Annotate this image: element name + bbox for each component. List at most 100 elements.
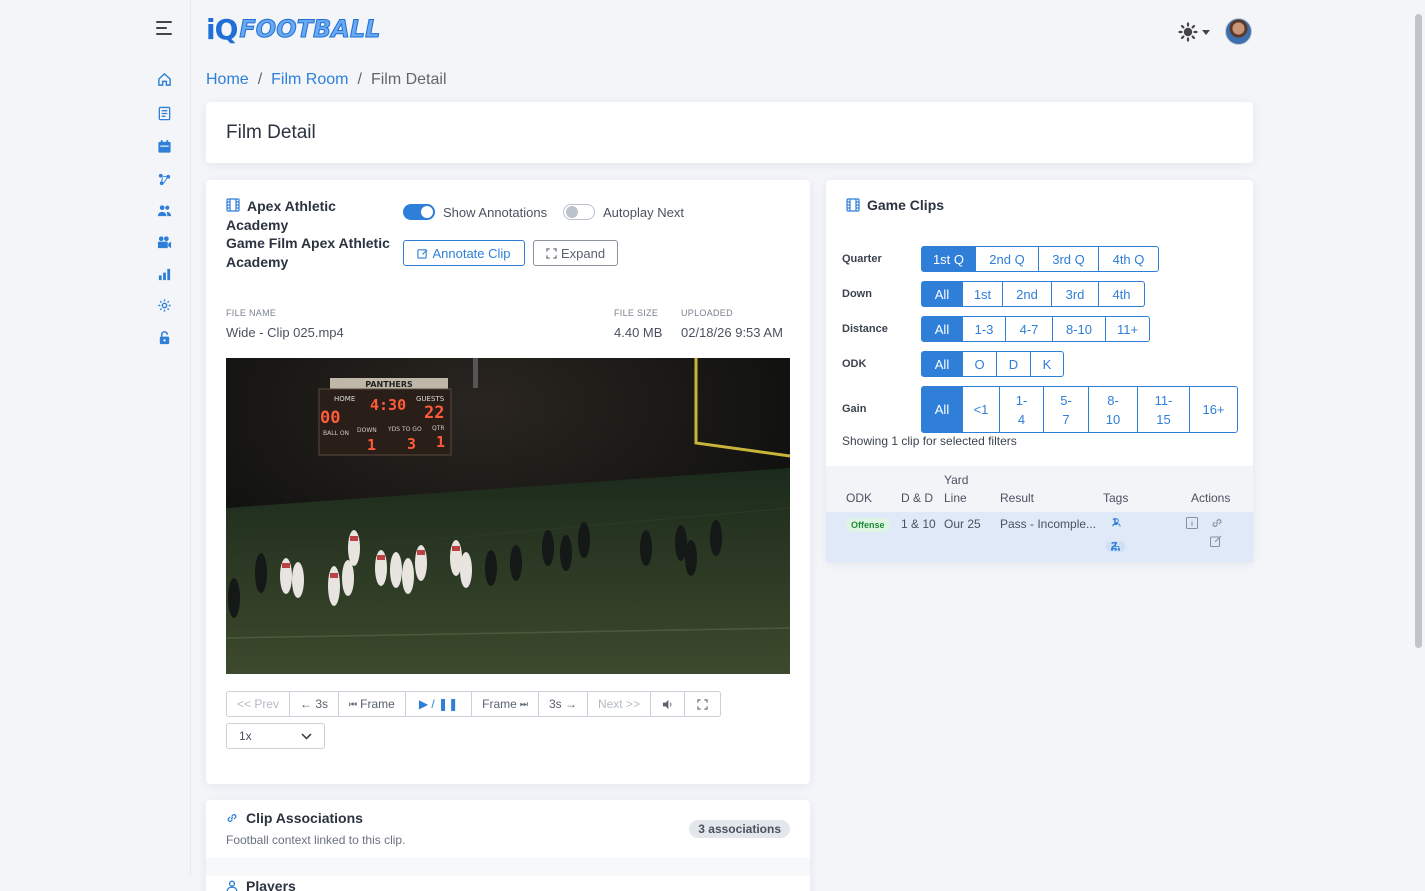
gain-option[interactable]: 5- 7 — [1043, 386, 1089, 433]
frame-back-button[interactable]: ⏮ Frame — [338, 691, 406, 717]
down-option[interactable]: 3rd — [1051, 281, 1099, 307]
distance-option[interactable]: 4-7 — [1005, 316, 1053, 342]
gain-option[interactable]: 8- 10 — [1088, 386, 1138, 433]
home-icon[interactable] — [156, 71, 172, 87]
film-room-icon[interactable] — [156, 234, 172, 250]
frame-back-label: Frame — [360, 697, 395, 711]
video-frame: PANTHERS HOME GUESTS 00 4:30 22 BALL ON … — [226, 358, 790, 674]
distance-option[interactable]: All — [921, 316, 963, 342]
prev-clip-button[interactable]: << Prev — [226, 691, 291, 717]
associations-count-badge: 3 associations — [689, 820, 790, 838]
stats-icon[interactable] — [156, 266, 172, 282]
quarter-filter-label: Quarter — [842, 253, 882, 265]
gain-option[interactable]: All — [921, 386, 963, 433]
menu-toggle-icon[interactable] — [156, 21, 174, 37]
autoplay-next-toggle[interactable]: Autoplay Next — [563, 204, 684, 220]
cell-dd: 1 & 10 — [901, 517, 936, 531]
video-player[interactable]: PANTHERS HOME GUESTS 00 4:30 22 BALL ON … — [226, 358, 790, 674]
clip-associations-subtitle: Football context linked to this clip. — [226, 833, 406, 847]
next-clip-button[interactable]: Next >> — [586, 691, 651, 717]
quarter-option[interactable]: 1st Q — [921, 246, 976, 272]
down-option[interactable]: 2nd — [1002, 281, 1052, 307]
down-filter: All 1st 2nd 3rd 4th — [921, 281, 1145, 307]
toggle-switch[interactable] — [563, 204, 595, 220]
playback-controls: << Prev ← 3s ⏮ Frame ▶ / ❚❚ Frame ⏭ 3s →… — [226, 691, 721, 717]
col-tags: Tags — [1103, 491, 1129, 505]
gain-option[interactable]: 11- 15 — [1137, 386, 1190, 433]
scoreboard-team: PANTHERS — [365, 380, 413, 389]
logo-prefix: iQ — [206, 12, 238, 46]
odk-option[interactable]: K — [1030, 351, 1064, 377]
divider — [206, 858, 810, 876]
avatar[interactable] — [1225, 18, 1252, 45]
film-card: Apex Athletic Academy Game Film Apex Ath… — [206, 180, 810, 784]
roster-icon[interactable] — [156, 202, 172, 218]
distance-option[interactable]: 8-10 — [1052, 316, 1106, 342]
gain-option[interactable]: 1- 4 — [999, 386, 1044, 433]
toggle-switch[interactable] — [403, 204, 435, 220]
volume-button[interactable] — [650, 691, 685, 717]
players-tag[interactable]: 1 — [1112, 517, 1121, 528]
down-option[interactable]: 1st — [962, 281, 1003, 307]
sidebar — [0, 0, 191, 876]
expand-button[interactable]: Expand — [533, 240, 618, 266]
breadcrumb-film-room[interactable]: Film Room — [271, 71, 348, 89]
fullscreen-button[interactable] — [684, 691, 721, 717]
show-annotations-toggle[interactable]: Show Annotations — [403, 204, 547, 220]
cell-yard-line: Our 25 — [944, 517, 981, 531]
gain-option-label: 1- — [1015, 392, 1028, 408]
quarter-option[interactable]: 2nd Q — [975, 246, 1039, 272]
gain-option-label: 8- — [1107, 392, 1119, 408]
col-result: Result — [1000, 491, 1035, 505]
lock-icon[interactable] — [156, 329, 172, 345]
odk-option[interactable]: O — [962, 351, 997, 377]
breadcrumb: Home / Film Room / Film Detail — [206, 71, 447, 89]
odk-option[interactable]: D — [996, 351, 1031, 377]
plays-icon[interactable] — [156, 171, 172, 187]
link-icon — [227, 814, 237, 822]
app-logo[interactable]: iQ FOOTBALL — [206, 12, 381, 46]
playback-speed-select[interactable]: 1x — [226, 723, 325, 749]
filter-result-count: Showing 1 clip for selected filters — [842, 434, 1017, 448]
settings-icon[interactable] — [156, 297, 172, 313]
link-icon[interactable] — [1211, 517, 1223, 529]
players-tag-count: 1 — [1112, 517, 1118, 528]
down-option[interactable]: All — [921, 281, 963, 307]
annotate-clip-button[interactable]: Annotate Clip — [403, 240, 525, 266]
quarter-option[interactable]: 3rd Q — [1038, 246, 1099, 272]
gain-filter: All <1 1- 4 5- 7 8- 10 11- 15 16+ — [921, 386, 1238, 433]
table-row[interactable]: Offense 1 & 10 Our 25 Pass - Incomple...… — [826, 512, 1253, 562]
game-clips-header: Game Clips — [846, 197, 944, 213]
calendar-icon[interactable] — [156, 138, 172, 154]
rewind-3s-button[interactable]: ← 3s — [289, 691, 340, 717]
forward-3s-button[interactable]: 3s → — [537, 691, 588, 717]
play-pause-button[interactable]: ▶ / ❚❚ — [404, 691, 473, 717]
edit-icon[interactable] — [1210, 535, 1222, 547]
distance-option[interactable]: 11+ — [1105, 316, 1150, 342]
quarter-option[interactable]: 4th Q — [1098, 246, 1159, 272]
sun-icon — [1178, 22, 1198, 42]
frame-forward-button[interactable]: Frame ⏭ — [471, 691, 539, 717]
page-scrollbar[interactable] — [1415, 14, 1422, 648]
scoreboard-guest-score: 22 — [424, 403, 444, 423]
film-title-line: Academy — [226, 216, 289, 233]
gain-option-label: 11- — [1154, 392, 1173, 408]
info-icon[interactable] — [1186, 517, 1198, 529]
odk-filter-label: ODK — [842, 358, 867, 370]
gain-option[interactable]: 16+ — [1189, 386, 1238, 433]
gain-option[interactable]: <1 — [962, 386, 1000, 433]
playbook-icon[interactable] — [156, 105, 172, 121]
logo-suffix: FOOTBALL — [239, 15, 381, 44]
game-clips-title: Game Clips — [867, 197, 945, 213]
odk-option[interactable]: All — [921, 351, 963, 377]
players-section-header: Players — [226, 878, 296, 891]
gain-option-label: 4 — [1017, 411, 1026, 427]
distance-option[interactable]: 1-3 — [962, 316, 1006, 342]
theme-toggle[interactable] — [1178, 22, 1210, 42]
down-option[interactable]: 4th — [1098, 281, 1145, 307]
plays-tag[interactable]: 2 — [1106, 541, 1125, 552]
scoreboard-ball-on-label: BALL ON — [323, 430, 349, 437]
skip-forward-icon: ⏭ — [519, 698, 528, 709]
breadcrumb-separator: / — [357, 71, 362, 88]
breadcrumb-home[interactable]: Home — [206, 71, 249, 89]
